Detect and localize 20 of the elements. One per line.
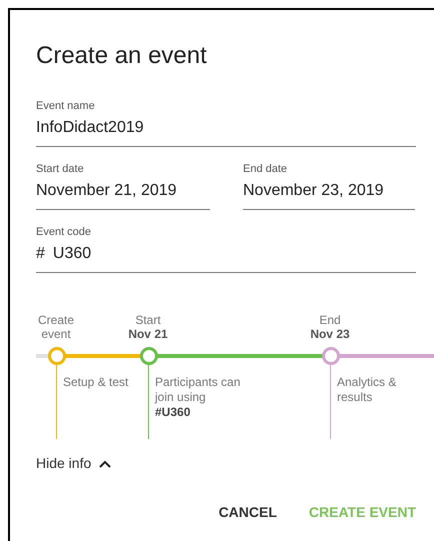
milestone-label: Start (135, 313, 161, 327)
field-label: Start date (36, 162, 85, 177)
cancel-button[interactable]: CANCEL (218, 502, 277, 523)
text-field[interactable]: November 21, 2019 (36, 177, 210, 210)
milestone-date: Nov 21 (128, 327, 168, 341)
text-field[interactable]: InfoDidact2019 (36, 114, 416, 147)
milestone-description: Setup & test (63, 375, 130, 390)
text-field[interactable]: November 23, 2019 (243, 177, 415, 210)
milestone-description: Participants can join using #U360 (155, 375, 242, 420)
dialog-title: Create an event (36, 41, 208, 71)
field-label: Event name (36, 99, 96, 114)
milestone-description: Analytics & results (337, 375, 397, 405)
hide-info-toggle[interactable]: Hide info (36, 453, 112, 474)
text-field[interactable]: # U360 (36, 240, 416, 273)
milestone-label: End (319, 313, 341, 327)
milestone-date: Nov 23 (310, 327, 350, 341)
chevron-icon (99, 460, 112, 468)
field-label: End date (243, 162, 288, 177)
field-label: Event code (36, 225, 92, 240)
milestone-label: Create event (36, 313, 76, 341)
